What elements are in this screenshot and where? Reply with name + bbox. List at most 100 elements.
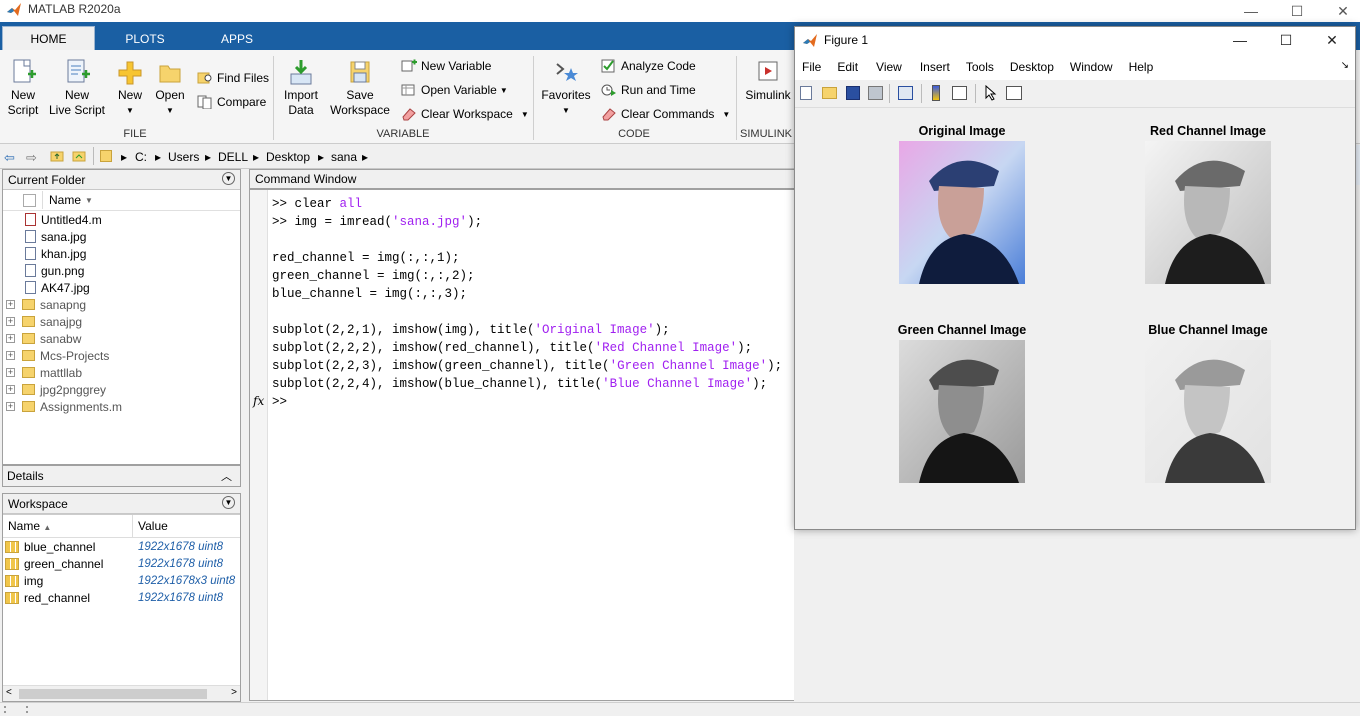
new-script-button[interactable]: New Script <box>4 58 42 118</box>
original-image[interactable] <box>899 141 1025 284</box>
expand-icon[interactable]: + <box>6 317 15 326</box>
figure-window: Figure 1 — ☐ ✕ File Edit View Insert Too… <box>794 26 1356 530</box>
new-live-script-button[interactable]: New Live Script <box>47 58 107 118</box>
figure-maximize-button[interactable]: ☐ <box>1263 29 1309 51</box>
link-plot-icon[interactable] <box>898 86 913 100</box>
save-icon[interactable] <box>846 86 860 100</box>
tab-apps[interactable]: APPS <box>208 28 266 50</box>
folder-column-header[interactable]: Name ▼ <box>3 190 240 211</box>
expand-icon[interactable]: + <box>6 300 15 309</box>
details-panel-header[interactable]: Details ︿ <box>2 465 241 487</box>
command-window[interactable]: >> clear all >> img = imread('sana.jpg')… <box>249 189 794 701</box>
scroll-right-icon[interactable]: > <box>231 687 237 698</box>
table-row[interactable]: green_channel 1922x1678 uint8 <box>3 555 240 572</box>
list-item[interactable]: AK47.jpg <box>25 279 240 296</box>
new-variable-button[interactable]: New Variable <box>401 57 491 75</box>
expand-icon[interactable]: + <box>6 402 15 411</box>
save-workspace-button[interactable]: Save Workspace <box>329 58 391 118</box>
menu-file[interactable]: File <box>802 60 821 74</box>
legend-icon[interactable] <box>952 86 967 100</box>
menu-view[interactable]: View <box>876 60 902 74</box>
fx-icon[interactable]: fx <box>253 394 264 408</box>
clear-commands-button[interactable]: Clear Commands ▼ <box>601 105 730 123</box>
breadcrumb-desktop[interactable]: Desktop <box>266 150 310 164</box>
list-item[interactable]: + sanabw <box>6 330 240 347</box>
horizontal-scrollbar[interactable]: < > <box>3 685 240 701</box>
back-arrow-icon[interactable]: ⇦ <box>4 150 15 166</box>
blue-channel-image[interactable] <box>1145 340 1271 483</box>
expand-icon[interactable]: + <box>6 351 15 360</box>
workspace-column-header[interactable]: Name ▲ Value <box>3 514 240 538</box>
menu-window[interactable]: Window <box>1070 60 1113 74</box>
favorites-button[interactable]: Favorites ▼ <box>538 58 594 118</box>
list-item[interactable]: khan.jpg <box>25 245 240 262</box>
table-row[interactable]: img 1922x1678x3 uint8 <box>3 572 240 589</box>
analyze-code-button[interactable]: Analyze Code <box>601 57 696 75</box>
list-item[interactable]: Untitled4.m <box>25 211 240 228</box>
scrollbar-thumb[interactable] <box>19 689 207 699</box>
value-column-label[interactable]: Value <box>133 519 168 533</box>
import-data-icon <box>290 60 312 85</box>
file-type-icon <box>23 193 36 207</box>
red-channel-image[interactable] <box>1145 141 1271 284</box>
figure-minimize-button[interactable]: — <box>1217 29 1263 51</box>
expand-icon[interactable]: + <box>6 368 15 377</box>
list-item[interactable]: sana.jpg <box>25 228 240 245</box>
list-item[interactable]: + mattllab <box>6 364 240 381</box>
open-variable-button[interactable]: Open Variable ▼ <box>401 81 508 99</box>
compare-button[interactable]: Compare <box>197 93 266 111</box>
up-folder-icon[interactable] <box>50 150 64 162</box>
breadcrumb-c[interactable]: C: <box>135 150 147 164</box>
simulink-button[interactable]: Simulink <box>741 58 795 103</box>
forward-arrow-icon[interactable]: ⇨ <box>26 150 37 166</box>
menu-help[interactable]: Help <box>1129 60 1154 74</box>
tab-home[interactable]: HOME <box>2 26 95 50</box>
panel-menu-icon[interactable]: ▼ <box>222 496 235 509</box>
menu-tools[interactable]: Tools <box>966 60 994 74</box>
list-item[interactable]: + jpg2pnggrey <box>6 381 240 398</box>
scroll-left-icon[interactable]: < <box>6 687 12 698</box>
print-icon[interactable] <box>868 86 883 100</box>
dock-arrow-icon[interactable]: ↘ <box>1341 60 1349 71</box>
import-data-button[interactable]: Import Data <box>280 58 322 118</box>
figure-close-button[interactable]: ✕ <box>1309 29 1355 51</box>
colorbar-icon[interactable] <box>932 85 940 101</box>
new-figure-icon[interactable] <box>800 86 812 100</box>
breadcrumb-dell[interactable]: DELL <box>218 150 248 164</box>
list-item[interactable]: + Assignments.m <box>6 398 240 415</box>
browse-folder-icon[interactable] <box>72 150 86 162</box>
breadcrumb-sana[interactable]: sana <box>331 150 357 164</box>
breadcrumb-users[interactable]: Users <box>168 150 199 164</box>
tab-plots[interactable]: PLOTS <box>112 28 178 50</box>
list-item[interactable]: + Mcs-Projects <box>6 347 240 364</box>
list-item[interactable]: gun.png <box>25 262 240 279</box>
table-row[interactable]: blue_channel 1922x1678 uint8 <box>3 538 240 555</box>
clear-workspace-button[interactable]: Clear Workspace ▼ <box>401 105 529 123</box>
name-column[interactable]: Name ▲ <box>3 515 133 537</box>
new-button[interactable]: New ▼ <box>113 58 147 118</box>
menu-insert[interactable]: Insert <box>920 60 950 74</box>
table-row[interactable]: red_channel 1922x1678 uint8 <box>3 589 240 606</box>
chevron-down-icon: ▼ <box>520 109 529 119</box>
subplot-title: Blue Channel Image <box>1148 323 1268 337</box>
panel-menu-icon[interactable]: ▼ <box>222 172 235 185</box>
list-item[interactable]: + sanapng <box>6 296 240 313</box>
green-channel-image[interactable] <box>899 340 1025 483</box>
property-editor-icon[interactable] <box>1006 86 1022 100</box>
open-file-icon[interactable] <box>822 87 837 99</box>
expand-icon[interactable]: + <box>6 385 15 394</box>
expand-icon[interactable]: + <box>6 334 15 343</box>
list-item[interactable]: + sanajpg <box>6 313 240 330</box>
open-button[interactable]: Open ▼ <box>153 58 187 118</box>
minimize-button[interactable]: — <box>1228 0 1274 22</box>
menu-edit[interactable]: Edit <box>837 60 858 74</box>
command-prompt[interactable]: >> <box>272 393 793 411</box>
run-and-time-button[interactable]: Run and Time <box>601 81 696 99</box>
close-button[interactable]: ✕ <box>1320 0 1360 22</box>
chevron-up-icon[interactable]: ︿ <box>221 468 232 484</box>
pointer-icon[interactable] <box>985 85 997 101</box>
find-files-button[interactable]: Find Files <box>197 69 269 87</box>
maximize-button[interactable]: ☐ <box>1274 0 1320 22</box>
chevron-down-icon: ▼ <box>166 106 174 115</box>
menu-desktop[interactable]: Desktop <box>1010 60 1054 74</box>
